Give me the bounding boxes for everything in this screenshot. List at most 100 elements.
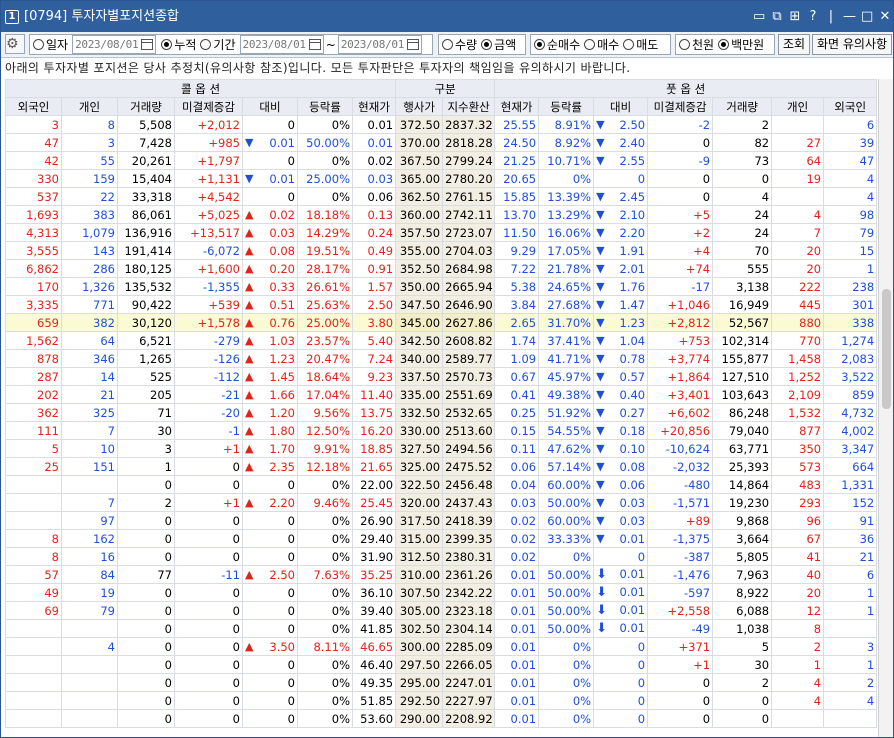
radio-netbuy-icon[interactable] [534, 39, 545, 50]
table-row[interactable]: 0 0 0 0% 41.85 302.50 2304.14 0.01 50.00% ⬇ 0.01 -4… [5, 619, 878, 638]
table-row[interactable]: 111 7 30 -1 ▲ 1.80 12.50% 16.20 330.00 2513.60 0.1… [5, 421, 878, 440]
date-field-from[interactable]: 2023/08/01 [239, 35, 324, 54]
maximize-icon[interactable]: □ [861, 9, 873, 24]
table-row[interactable]: 7 2 +1 ▲ 2.20 9.46% 25.45 320.00 2437.43 0.03 50.0… [5, 493, 878, 512]
radio-period-label[interactable]: 기간 [213, 36, 235, 53]
put-change-value: 0 [637, 549, 646, 564]
table-row[interactable]: 287 14 525 -112 ▲ 1.45 18.64% 9.23 337.50 2570.73… [5, 367, 878, 386]
table-row[interactable]: 47 3 7,428 +985 ▼ 0.01 50.00% 0.01 370.00 2818.28… [5, 133, 878, 152]
table-row[interactable]: 25 151 1 0 ▲ 2.35 12.18% 21.65 325.00 2475.52 0.06… [5, 457, 878, 476]
table-row[interactable]: 0 0 0 0% 46.40 297.50 2266.05 0.01 0% 0 +1 30 1 1 [5, 655, 878, 674]
radio-thousand-icon[interactable] [679, 39, 690, 50]
date-field-to[interactable]: 2023/08/01 [337, 35, 423, 54]
radio-thousand-label[interactable]: 천원 [692, 36, 714, 53]
table-row[interactable]: 0 0 0 0% 49.35 295.00 2247.01 0.01 0% 0 0 2 4 2 [5, 673, 878, 692]
radio-qty-icon[interactable] [442, 39, 453, 50]
column-header[interactable]: 외국인 [5, 97, 62, 116]
table-row[interactable]: 170 1,326 135,532 -1,355 ▲ 0.33 26.61% 1.57 350.… [5, 277, 878, 296]
settings-gear-icon[interactable]: ⚙ [5, 34, 25, 54]
call-oi-change-value: 0 [232, 621, 240, 636]
table-row[interactable]: 8 162 0 0 0 0% 29.40 315.00 2399.35 0.02 33.33% ▼ 0.… [5, 529, 878, 548]
table-row[interactable]: 0 0 0 0% 22.00 322.50 2456.48 0.04 60.00% ▼ 0.06 -4… [5, 475, 878, 494]
column-header[interactable]: 지수환산 [442, 97, 496, 116]
table-row[interactable]: 362 325 71 -20 ▲ 1.20 9.56% 13.75 332.50 2532.65 0… [5, 403, 878, 422]
triangle-up-icon: ▲ [245, 423, 254, 437]
radio-sell-label[interactable]: 매도 [636, 36, 658, 53]
call-foreign-value: 287 [37, 369, 59, 384]
radio-million-icon[interactable] [718, 39, 730, 50]
table-row[interactable]: 97 0 0 0 0% 26.90 317.50 2418.39 0.02 60.00% ▼ 0.03… [5, 511, 878, 530]
radio-million-label[interactable]: 백만원 [731, 36, 764, 53]
table-row[interactable]: 57 84 77 -11 ▲ 2.50 7.63% 35.25 310.00 2361.26 0.0… [5, 565, 878, 584]
column-header[interactable]: 거래량 [712, 97, 773, 116]
radio-netbuy-label[interactable]: 순매수 [547, 36, 580, 53]
calendar-icon[interactable] [308, 39, 321, 50]
vertical-scrollbar[interactable] [878, 79, 893, 737]
table-row[interactable]: 537 22 33,318 +4,542 0 0% 0.06 362.50 2761.15 15.… [5, 187, 878, 206]
calendar-icon[interactable] [407, 39, 420, 50]
call-change-value: 1.20 [269, 405, 295, 420]
date-field-1[interactable]: 2023/08/01 [72, 35, 157, 54]
table-row[interactable]: 8 16 0 0 0 0% 31.90 312.50 2380.31 0.02 0% 0 -387 5,8… [5, 547, 878, 566]
column-header[interactable]: 등락률 [538, 97, 595, 116]
table-row[interactable]: 69 79 0 0 0 0% 39.40 305.00 2323.18 0.01 50.00% ⬇ 0.… [5, 601, 878, 620]
column-header[interactable]: 등락률 [297, 97, 353, 116]
table-row[interactable]: 878 346 1,265 -126 ▲ 1.23 20.47% 7.24 340.00 2589… [5, 349, 878, 368]
help-icon[interactable]: ? [807, 9, 819, 24]
radio-date-label[interactable]: 일자 [46, 36, 68, 53]
column-header[interactable]: 현재가 [351, 97, 397, 116]
table-row[interactable]: 49 19 0 0 0 0% 36.10 307.50 2342.22 0.01 50.00% ⬇ 0.… [5, 583, 878, 602]
call-rate-value: 0% [331, 585, 350, 600]
minimize-icon[interactable]: — [843, 9, 856, 24]
put-foreign-value: 338 [852, 315, 875, 330]
radio-buy-label[interactable]: 매수 [597, 36, 619, 53]
table-row[interactable]: 6,862 286 180,125 +1,600 ▲ 0.20 28.17% 0.91 352.… [5, 259, 878, 278]
screen-notice-button[interactable]: 화면 유의사항 [812, 34, 893, 55]
column-header[interactable]: 거래량 [117, 97, 175, 116]
put-foreign: 1 [823, 259, 878, 278]
column-header[interactable]: 현재가 [494, 97, 540, 116]
radio-amount-icon[interactable] [481, 39, 493, 50]
put-price: 0.02 [494, 547, 540, 566]
column-header[interactable]: 대비 [242, 97, 298, 116]
radio-amount-label[interactable]: 금액 [494, 36, 516, 53]
scrollbar-thumb[interactable] [882, 289, 891, 409]
radio-period-icon[interactable] [200, 39, 212, 50]
column-header[interactable]: 미결제증감 [174, 97, 243, 116]
table-row[interactable]: 4,313 1,079 136,916 +13,517 ▲ 0.03 14.29% 0.24 3… [5, 223, 878, 242]
table-row[interactable]: 659 382 30,120 +1,578 ▲ 0.76 25.00% 3.80 345.00 2… [5, 313, 878, 332]
table-row[interactable]: 3,335 771 90,422 +539 ▲ 0.51 25.63% 2.50 347.50 2… [5, 295, 878, 314]
column-header[interactable]: 대비 [593, 97, 649, 116]
table-row[interactable]: 5 10 3 +1 ▲ 1.70 9.91% 18.85 327.50 2494.56 0.11 47… [5, 439, 878, 458]
pin-icon[interactable]: ⊞ [789, 9, 801, 24]
restore-icon[interactable]: ▭ [753, 9, 765, 24]
table-row[interactable]: 3 8 5,508 +2,012 0 0% 0.01 372.50 2837.32 25.55 8.… [5, 115, 878, 134]
column-header[interactable]: 행사가 [395, 97, 444, 116]
copy-window-icon[interactable]: ⧉ [771, 9, 783, 24]
table-row[interactable]: 42 55 20,261 +1,797 0 0% 0.02 367.50 2799.24 21.2… [5, 151, 878, 170]
column-header[interactable]: 개인 [61, 97, 118, 116]
radio-buy-icon[interactable] [584, 39, 596, 50]
table-row[interactable]: 202 21 205 -21 ▲ 1.66 17.04% 11.40 335.00 2551.69… [5, 385, 878, 404]
search-button[interactable]: 조회 [778, 34, 811, 55]
radio-qty-label[interactable]: 수량 [455, 36, 477, 53]
call-price-value: 9.23 [367, 369, 394, 384]
column-header[interactable]: 미결제증감 [647, 97, 714, 116]
table-row[interactable]: 0 0 0 0% 53.60 290.00 2208.92 0.01 0% 0 0 0 [5, 709, 878, 728]
table-row[interactable]: 4 0 0 ▲ 3.50 8.11% 46.65 300.00 2285.09 0.01 0% 0 +3… [5, 637, 878, 656]
close-icon[interactable]: ✕ [879, 9, 891, 24]
table-row[interactable]: 1,693 383 86,061 +5,025 ▲ 0.02 18.18% 0.13 360.0… [5, 205, 878, 224]
table-row[interactable]: 3,555 143 191,414 -6,072 ▲ 0.08 19.51% 0.49 355.… [5, 241, 878, 260]
radio-date-icon[interactable] [33, 39, 44, 50]
table-row[interactable]: 1,562 64 6,521 -279 ▲ 1.03 23.57% 5.40 342.50 260… [5, 331, 878, 350]
put-individual-value: 1,252 [788, 369, 822, 384]
radio-cumulative-label[interactable]: 누적 [174, 36, 196, 53]
table-row[interactable]: 0 0 0 0% 51.85 292.50 2227.97 0.01 0% 0 0 0 4 4 [5, 691, 878, 710]
call-price: 0.24 [351, 223, 397, 242]
radio-sell-icon[interactable] [623, 39, 635, 50]
table-row[interactable]: 330 159 15,404 +1,131 ▼ 0.01 25.00% 0.03 365.00 2… [5, 169, 878, 188]
column-header[interactable]: 개인 [771, 97, 825, 116]
calendar-icon[interactable] [141, 39, 154, 50]
radio-cumulative-icon[interactable] [161, 39, 173, 50]
column-header[interactable]: 외국인 [823, 97, 878, 116]
